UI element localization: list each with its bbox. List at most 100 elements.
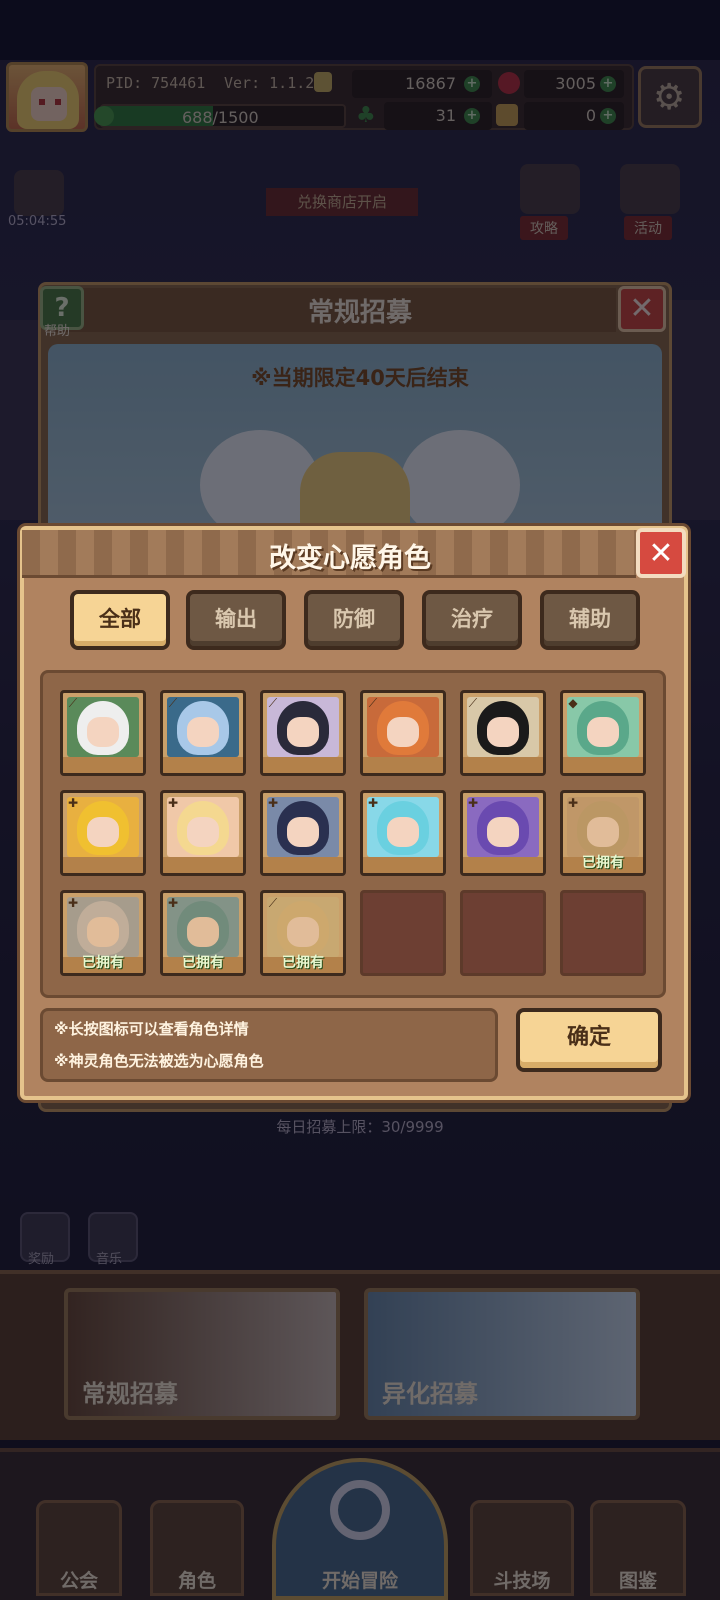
gift-icon[interactable] xyxy=(14,170,64,216)
settings-button[interactable]: ⚙ xyxy=(638,66,702,128)
character-face xyxy=(287,817,319,847)
owned-label: 已拥有 xyxy=(82,955,124,971)
alien-recruit-label: 异化招募 xyxy=(382,1380,478,1408)
spear-role-icon: ⟋ xyxy=(268,896,278,910)
help-label: 帮助 xyxy=(44,324,71,339)
confirm-button[interactable]: 确定 xyxy=(516,1008,662,1072)
card-bottom-strip xyxy=(163,857,243,873)
plus-role-icon: ✚ xyxy=(267,796,279,810)
balloon-icon[interactable] xyxy=(620,164,680,214)
gem-value: 3005 xyxy=(555,74,596,93)
dialog-title: 改变心愿角色 xyxy=(269,543,431,574)
character-card[interactable]: ✚ xyxy=(460,790,546,876)
avatar-eye xyxy=(39,99,45,105)
event-label[interactable]: 活动 xyxy=(624,216,672,240)
character-face xyxy=(587,717,619,747)
recruit-title: 常规招募 xyxy=(307,298,412,328)
character-face xyxy=(187,717,219,747)
spear-role-icon: ⟋ xyxy=(468,696,478,710)
note-divine: ※神灵角色无法被选为心愿角色 xyxy=(54,1052,264,1070)
character-face xyxy=(87,717,119,747)
character-face xyxy=(487,817,519,847)
character-card[interactable]: ✚ xyxy=(60,790,146,876)
gem-icon xyxy=(498,72,520,94)
player-avatar[interactable] xyxy=(6,62,88,132)
alien-recruit-banner[interactable]: 异化招募 xyxy=(364,1288,640,1420)
tab-support[interactable]: 辅助 xyxy=(540,590,640,650)
character-card[interactable]: ⟋ xyxy=(160,690,246,776)
character-card[interactable]: ✚ 已拥有 xyxy=(60,890,146,976)
avatar-face xyxy=(31,87,67,121)
character-face xyxy=(287,917,319,947)
exp-text: 688/1500 xyxy=(182,108,259,127)
nav-adventure-label: 开始冒险 xyxy=(321,1570,398,1592)
event-timer: 05:04:55 xyxy=(8,214,67,229)
character-face xyxy=(87,817,119,847)
clover-plus-icon[interactable]: + xyxy=(464,108,480,124)
gear-icon: ⚙ xyxy=(653,77,686,118)
normal-recruit-label: 常规招募 xyxy=(82,1380,178,1408)
empty-character-slot xyxy=(460,890,546,976)
card-bottom-strip xyxy=(63,757,143,773)
player-id: PID: 754461 xyxy=(106,74,206,92)
tab-defense[interactable]: 防御 xyxy=(304,590,404,650)
character-card[interactable]: ✚ xyxy=(360,790,446,876)
plus-role-icon: ✚ xyxy=(67,796,79,810)
card-bottom-strip xyxy=(363,857,443,873)
magnifier-icon xyxy=(330,1480,390,1540)
shop-banner[interactable]: 兑换商店开启 xyxy=(266,188,418,216)
reward-mini-label: 奖励 xyxy=(28,1252,55,1267)
character-card[interactable]: ⟋ xyxy=(260,690,346,776)
note-long-press: ※长按图标可以查看角色详情 xyxy=(54,1020,249,1038)
character-card[interactable]: ✚ xyxy=(160,790,246,876)
clover-icon: ♣ xyxy=(356,103,376,128)
character-face xyxy=(87,917,119,947)
nav-arena-label: 斗技场 xyxy=(493,1570,551,1592)
card-bottom-strip xyxy=(63,857,143,873)
plus-role-icon: ✚ xyxy=(67,896,79,910)
character-card[interactable]: ✚ xyxy=(260,790,346,876)
normal-recruit-banner[interactable]: 常规招募 xyxy=(64,1288,340,1420)
character-card[interactable]: ⟋ xyxy=(460,690,546,776)
gold-value: 16867 xyxy=(405,74,456,93)
empty-character-slot xyxy=(360,890,446,976)
character-face xyxy=(387,717,419,747)
angel-wing-right xyxy=(400,430,520,540)
character-face xyxy=(187,917,219,947)
spear-role-icon: ⟋ xyxy=(68,696,78,710)
key-icon xyxy=(496,104,518,126)
tab-all[interactable]: 全部 xyxy=(70,590,170,650)
owned-label: 已拥有 xyxy=(282,955,324,971)
plus-role-icon: ✚ xyxy=(367,796,379,810)
tab-damage[interactable]: 输出 xyxy=(186,590,286,650)
status-bar-area xyxy=(0,0,720,60)
guide-icon[interactable] xyxy=(520,164,580,214)
empty-character-slot xyxy=(560,890,646,976)
guide-label[interactable]: 攻略 xyxy=(520,216,568,240)
close-icon: ✕ xyxy=(648,536,674,571)
gold-plus-icon[interactable]: + xyxy=(464,76,480,92)
character-card[interactable]: ⟋ xyxy=(360,690,446,776)
owned-label: 已拥有 xyxy=(582,855,624,871)
limited-time-notice: ※当期限定40天后结束 xyxy=(251,366,469,390)
card-bottom-strip xyxy=(263,757,343,773)
dialog-close-button[interactable]: ✕ xyxy=(636,528,686,578)
character-card[interactable]: ✚ 已拥有 xyxy=(560,790,646,876)
gem-plus-icon[interactable]: + xyxy=(600,76,616,92)
card-bottom-strip xyxy=(263,857,343,873)
plus-role-icon: ✚ xyxy=(567,796,579,810)
character-face xyxy=(487,717,519,747)
key-plus-icon[interactable]: + xyxy=(600,108,616,124)
recruit-close-button[interactable]: ✕ xyxy=(618,286,666,332)
tab-healing[interactable]: 治疗 xyxy=(422,590,522,650)
character-card[interactable]: ✚ 已拥有 xyxy=(160,890,246,976)
card-bottom-strip xyxy=(563,757,643,773)
key-value: 0 xyxy=(585,106,596,125)
card-bottom-strip xyxy=(463,857,543,873)
character-card[interactable]: ◆ xyxy=(560,690,646,776)
character-card[interactable]: ⟋ 已拥有 xyxy=(260,890,346,976)
character-card[interactable]: ⟋ xyxy=(60,690,146,776)
exp-icon xyxy=(94,106,114,126)
nav-codex-label: 图鉴 xyxy=(618,1570,657,1592)
avatar-eye xyxy=(55,99,61,105)
